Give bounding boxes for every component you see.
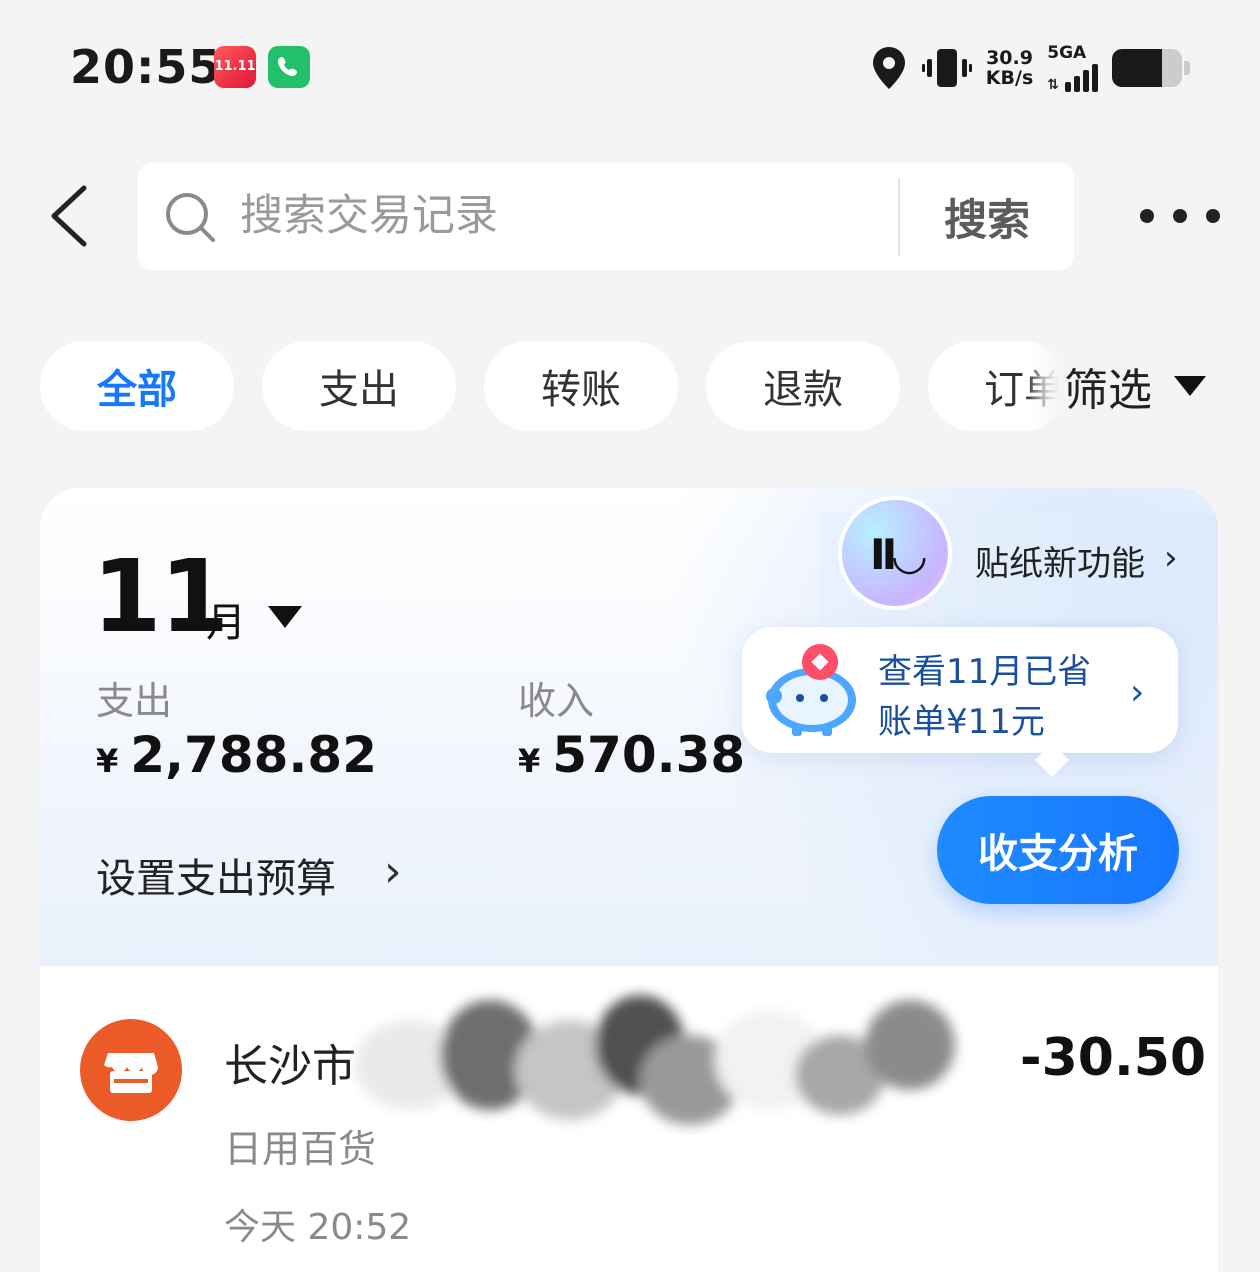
caret-down-icon — [1174, 376, 1206, 396]
transaction-title: 长沙市 — [224, 1041, 356, 1092]
battery-tip — [1184, 61, 1190, 75]
search-button[interactable]: 搜索 — [912, 183, 1062, 251]
currency-symbol: ¥ — [518, 742, 541, 780]
filter-button[interactable]: 筛选 — [1030, 341, 1260, 431]
status-bar: 20:55 11.11 30.9 KB/s 5GA ⇅ — [0, 0, 1260, 130]
search-icon — [166, 193, 215, 242]
expense-amount: 2,788.82 — [130, 726, 377, 784]
search-divider — [898, 178, 900, 256]
signal-icon — [1065, 62, 1098, 92]
month-unit: 月 — [206, 600, 246, 646]
status-right-group: 30.9 KB/s 5GA ⇅ — [870, 40, 1190, 96]
chevron-right-icon: › — [1164, 538, 1178, 578]
redaction-scribble — [355, 995, 955, 1125]
tab-all[interactable]: 全部 — [40, 341, 234, 431]
status-time: 20:55 — [70, 40, 222, 94]
month-caret-down-icon[interactable] — [268, 606, 302, 628]
more-options-button[interactable] — [1140, 196, 1220, 236]
location-pin-icon — [872, 47, 905, 89]
transaction-category: 日用百货 — [224, 1127, 377, 1171]
merchant-store-icon — [80, 1019, 182, 1121]
tab-transfer[interactable]: 转账 — [484, 341, 678, 431]
more-dots-icon — [1140, 209, 1154, 223]
chevron-right-icon: › — [384, 846, 402, 897]
smile-face-icon: ⵏⵏ◡ — [870, 530, 926, 579]
sticker-feature-link[interactable]: 贴纸新功能 — [975, 536, 1145, 585]
transaction-time: 今天 20:52 — [224, 1207, 412, 1248]
chevron-left-icon — [51, 185, 87, 247]
savings-line-2: 账单¥11元 — [878, 702, 1045, 742]
set-budget-link[interactable]: 设置支出预算 — [96, 846, 336, 904]
filter-label: 筛选 — [1064, 365, 1152, 416]
data-arrows-icon: ⇅ — [1047, 77, 1059, 93]
sticker-avatar-icon[interactable]: ⵏⵏ◡ — [838, 496, 952, 610]
vibrate-icon — [921, 49, 972, 87]
currency-symbol: ¥ — [96, 742, 119, 780]
network-type: 5GA — [1047, 43, 1087, 63]
chevron-right-icon: › — [1130, 672, 1145, 713]
expense-value: ¥2,788.82 — [96, 726, 377, 784]
back-button[interactable] — [40, 180, 100, 252]
savings-line-1: 查看11月已省 — [878, 652, 1092, 692]
battery-icon — [1112, 49, 1182, 87]
piggy-bank-icon — [766, 644, 856, 736]
tab-expense[interactable]: 支出 — [262, 341, 456, 431]
signal-group: 5GA ⇅ — [1047, 44, 1098, 92]
search-input[interactable] — [240, 186, 880, 246]
income-amount: 570.38 — [552, 726, 746, 784]
transaction-amount: -30.50 — [1020, 1028, 1207, 1088]
network-speed: 30.9 KB/s — [985, 47, 1034, 89]
phone-notification-icon — [268, 46, 310, 88]
income-label: 收入 — [518, 679, 595, 723]
income-expense-analysis-button[interactable]: 收支分析 — [937, 796, 1179, 904]
income-value: ¥570.38 — [518, 726, 745, 784]
expense-label: 支出 — [96, 679, 173, 723]
shopping-app-notification-icon: 11.11 — [214, 46, 256, 88]
tab-refund[interactable]: 退款 — [706, 341, 900, 431]
